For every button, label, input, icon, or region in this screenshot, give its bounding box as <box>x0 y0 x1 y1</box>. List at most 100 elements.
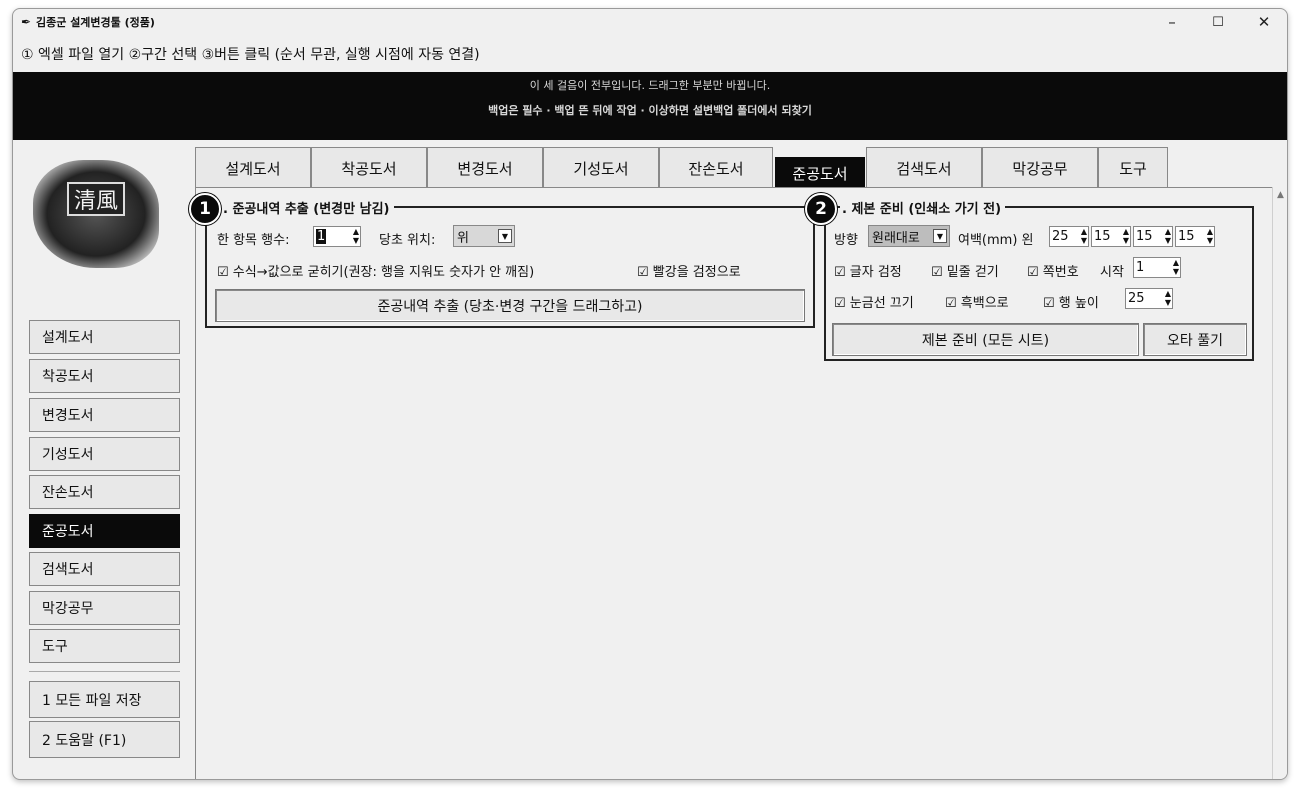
close-button[interactable]: ✕ <box>1241 9 1287 35</box>
fix-typo-button[interactable]: 오타 풀기 <box>1143 323 1247 356</box>
sidebar-item-2[interactable]: 변경도서 <box>29 398 180 432</box>
red-to-black-checkbox[interactable]: ☑ 빨강을 검정으로 <box>637 261 741 280</box>
section-extract-title: . 준공내역 추출 (변경만 남김) <box>221 198 394 217</box>
page-start-value: 1 <box>1136 260 1145 275</box>
sidebar-divider <box>29 671 180 672</box>
checkbox-checked-icon: ☑ <box>834 265 846 280</box>
sidebar-item-3[interactable]: 기성도서 <box>29 437 180 471</box>
extract-completion-button[interactable]: 준공내역 추출 (당초·변경 구간을 드래그하고) <box>215 289 805 322</box>
section-binding-title: . 제본 준비 (인쇄소 가기 전) <box>840 198 1006 217</box>
margin-bottom-value: 15 <box>1178 229 1195 244</box>
tab-8[interactable]: 도구 <box>1098 147 1168 188</box>
row-height-stepper[interactable]: 25 ▲ ▼ <box>1125 288 1173 309</box>
stepper-arrows-icon[interactable]: ▲ ▼ <box>1081 227 1087 245</box>
red-to-black-label: 빨강을 검정으로 <box>652 265 741 280</box>
stepper-arrows-icon[interactable]: ▲ ▼ <box>353 227 359 245</box>
tab-5-active[interactable]: 준공도서 <box>775 157 865 188</box>
direction-select[interactable]: 원래대로 ▼ <box>868 225 950 247</box>
step-1-badge: 1 <box>189 193 221 225</box>
title-bar: ✒ 김종군 설계변경툴 (정품) <box>13 9 1287 35</box>
direction-value: 원래대로 <box>872 230 920 246</box>
stepper-arrows-icon[interactable]: ▲ ▼ <box>1165 289 1171 307</box>
quill-icon: ✒ <box>21 15 32 29</box>
page-number-label: 쪽번호 <box>1042 265 1079 280</box>
row-height-value: 25 <box>1128 291 1145 306</box>
checkbox-checked-icon: ☑ <box>931 265 943 280</box>
gridlines-off-label: 눈금선 끄기 <box>849 296 914 311</box>
scroll-up-icon[interactable]: ▲ <box>1277 190 1284 200</box>
formula-to-value-checkbox[interactable]: ☑ 수식→값으로 굳히기(권장: 행을 지워도 숫자가 안 깨짐) <box>217 261 534 280</box>
remove-underline-label: 밑줄 걷기 <box>946 265 999 280</box>
original-position-select[interactable]: 위 ▼ <box>453 225 515 247</box>
sidebar-item-0[interactable]: 설계도서 <box>29 320 180 354</box>
window-controls: – ☐ ✕ <box>1149 9 1287 35</box>
banner-line-2: 백업은 필수 · 백업 뜬 뒤에 작업 · 이상하면 설변백업 폴더에서 되찾기 <box>488 104 812 117</box>
window-title: 김종군 설계변경툴 (정품) <box>36 16 155 29</box>
rows-per-item-stepper[interactable]: 1 ▲ ▼ <box>313 226 361 247</box>
font-black-checkbox[interactable]: ☑ 글자 검정 <box>834 261 902 280</box>
step-2-badge: 2 <box>805 193 837 225</box>
sidebar-item-5-active[interactable]: 준공도서 <box>29 514 180 548</box>
sidebar-item-1[interactable]: 착공도서 <box>29 359 180 393</box>
formula-to-value-label: 수식→값으로 굳히기(권장: 행을 지워도 숫자가 안 깨짐) <box>232 265 535 280</box>
stepper-arrows-icon[interactable]: ▲ ▼ <box>1123 227 1129 245</box>
checkbox-checked-icon: ☑ <box>637 265 649 280</box>
margin-top-value: 15 <box>1136 229 1153 244</box>
prepare-binding-button[interactable]: 제본 준비 (모든 시트) <box>832 323 1139 356</box>
checkbox-checked-icon: ☑ <box>217 265 229 280</box>
margin-bottom-stepper[interactable]: 15 ▲ ▼ <box>1175 226 1215 247</box>
tab-1[interactable]: 착공도서 <box>311 147 427 188</box>
sidebar-item-4[interactable]: 잔손도서 <box>29 475 180 509</box>
tab-2[interactable]: 변경도서 <box>427 147 543 188</box>
remove-underline-checkbox[interactable]: ☑ 밑줄 걷기 <box>931 261 999 280</box>
margin-right-value: 15 <box>1094 229 1111 244</box>
stepper-arrows-icon[interactable]: ▲ ▼ <box>1173 258 1179 276</box>
page-start-stepper[interactable]: 1 ▲ ▼ <box>1133 257 1181 278</box>
sidebar-item-7[interactable]: 막강공무 <box>29 591 180 625</box>
margin-top-stepper[interactable]: 15 ▲ ▼ <box>1133 226 1173 247</box>
tab-3[interactable]: 기성도서 <box>543 147 659 188</box>
logo-image: 清風 <box>33 160 159 268</box>
sidebar-item-8[interactable]: 도구 <box>29 629 180 663</box>
checkbox-checked-icon: ☑ <box>1043 296 1055 311</box>
help-button[interactable]: 2 도움말 (F1) <box>29 721 180 758</box>
row-height-label: 행 높이 <box>1058 296 1099 311</box>
checkbox-checked-icon: ☑ <box>1027 265 1039 280</box>
chevron-down-icon[interactable]: ▼ <box>933 229 947 243</box>
minimize-button[interactable]: – <box>1149 9 1195 35</box>
checkbox-checked-icon: ☑ <box>945 296 957 311</box>
start-label: 시작 <box>1100 265 1124 280</box>
logo-text: 清風 <box>67 182 125 216</box>
vertical-scrollbar[interactable]: ▲ <box>1272 187 1287 779</box>
chevron-down-icon[interactable]: ▼ <box>498 229 512 243</box>
margin-right-stepper[interactable]: 15 ▲ ▼ <box>1091 226 1131 247</box>
margin-left-stepper[interactable]: 25 ▲ ▼ <box>1049 226 1089 247</box>
stepper-arrows-icon[interactable]: ▲ ▼ <box>1207 227 1213 245</box>
sidebar-item-6[interactable]: 검색도서 <box>29 552 180 586</box>
page-number-checkbox[interactable]: ☑ 쪽번호 <box>1027 261 1079 280</box>
tab-0[interactable]: 설계도서 <box>195 147 311 188</box>
font-black-label: 글자 검정 <box>849 265 902 280</box>
app-window: ✒ 김종군 설계변경툴 (정품) – ☐ ✕ ① 엑셀 파일 열기 ②구간 선택… <box>12 8 1288 780</box>
tab-6[interactable]: 검색도서 <box>866 147 982 188</box>
black-white-checkbox[interactable]: ☑ 흑백으로 <box>945 292 1009 311</box>
row-height-checkbox[interactable]: ☑ 행 높이 <box>1043 292 1099 311</box>
margin-left-value: 25 <box>1052 229 1069 244</box>
maximize-button[interactable]: ☐ <box>1195 9 1241 35</box>
sidebar: 清風 설계도서 착공도서 변경도서 기성도서 잔손도서 준공도서 검색도서 막강… <box>13 148 193 779</box>
save-all-button[interactable]: 1 모든 파일 저장 <box>29 681 180 718</box>
notice-banner: 이 세 걸음이 전부입니다. 드래그한 부분만 바뀝니다. 백업은 필수 · 백… <box>13 72 1287 140</box>
banner-line-1: 이 세 걸음이 전부입니다. 드래그한 부분만 바뀝니다. <box>529 79 771 92</box>
rows-per-item-value: 1 <box>316 229 327 244</box>
original-position-value: 위 <box>457 230 469 246</box>
margin-label: 여백(mm) 왼 <box>958 233 1034 248</box>
tab-4[interactable]: 잔손도서 <box>659 147 773 188</box>
checkbox-checked-icon: ☑ <box>834 296 846 311</box>
rows-per-item-label: 한 항목 행수: <box>217 233 290 248</box>
gridlines-off-checkbox[interactable]: ☑ 눈금선 끄기 <box>834 292 914 311</box>
tab-7[interactable]: 막강공무 <box>982 147 1098 188</box>
stepper-arrows-icon[interactable]: ▲ ▼ <box>1165 227 1171 245</box>
black-white-label: 흑백으로 <box>960 296 1009 311</box>
instructions-line: ① 엑셀 파일 열기 ②구간 선택 ③버튼 클릭 (순서 무관, 실행 시점에 … <box>21 47 480 63</box>
direction-label: 방향 <box>834 233 858 248</box>
